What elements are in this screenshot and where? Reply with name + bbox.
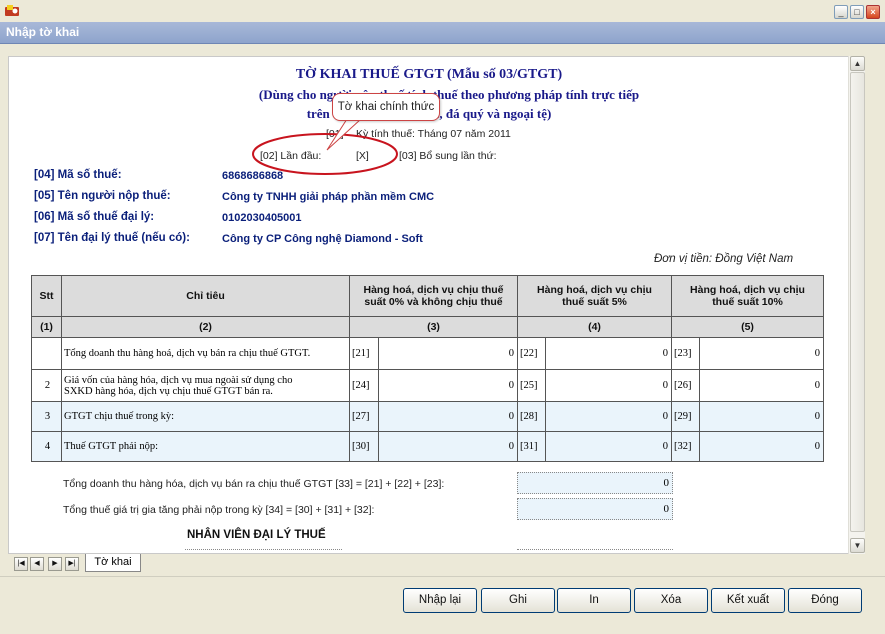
scroll-thumb[interactable] [850,72,865,532]
field-value-taxpayer[interactable]: Công ty TNHH giải pháp phần mềm CMC [222,191,434,203]
print-button[interactable]: In [557,588,631,613]
window-titlebar: _ □ × [0,0,885,22]
row-code: [21] [349,337,379,370]
header-col5-line2: thuế suất 10% [712,296,783,308]
app-icon[interactable] [4,3,20,19]
header-col3-line1: Hàng hoá, dịch vụ chịu thuế [363,284,504,296]
row-desc: Tổng doanh thu hàng hoá, dịch vụ bán ra … [61,337,350,370]
row-stt: 3 [31,401,62,432]
table-row: Tổng doanh thu hàng hoá, dịch vụ bán ra … [31,337,824,370]
header-col4-line2: thuế suất 5% [562,296,627,308]
row-code: [26] [671,369,700,402]
row-value[interactable]: 0 [545,337,672,370]
header-col3-line2: suất 0% và không chịu thuế [364,296,503,308]
col-number-5: (5) [671,316,824,338]
col-number-4: (4) [517,316,672,338]
table-row: 3 GTGT chịu thuế trong kỳ: [27] 0 [28] 0… [31,401,824,432]
row-code: [28] [517,401,546,432]
header-col5: Hàng hoá, dịch vụ chịu thuế suất 10% [671,275,824,317]
row-code: [32] [671,431,700,462]
document-area[interactable]: TỜ KHAI THUẾ GTGT (Mẫu số 03/GTGT) (Dùng… [8,56,865,554]
header-chitieu: Chỉ tiêu [61,275,350,317]
row-desc: GTGT chịu thuế trong kỳ: [61,401,350,432]
header-col3: Hàng hoá, dịch vụ chịu thuế suất 0% và kh… [349,275,518,317]
prev-sheet-icon[interactable]: ◀ [30,557,44,571]
next-sheet-icon[interactable]: ▶ [48,557,62,571]
close-icon[interactable]: × [866,5,880,19]
field-value-agent-code[interactable]: 0102030405001 [222,212,302,224]
agent-cert-field[interactable] [517,549,673,550]
row-code: [24] [349,369,379,402]
row-value[interactable]: 0 [699,401,824,432]
button-panel: Nhập lại Ghi In Xóa Kết xuất Đóng [0,576,885,634]
row-code: [27] [349,401,379,432]
dialog-title: Nhập tờ khai [6,25,80,39]
scroll-up-icon[interactable]: ▲ [850,56,865,71]
header-col4-line1: Hàng hoá, dịch vụ chịu [537,284,652,296]
last-sheet-icon[interactable]: ▶| [65,557,79,571]
callout-tooltip: Tờ khai chính thức [332,93,440,121]
field-label-agent-name: [07] Tên đại lý thuế (nếu có): [34,232,190,244]
row-value[interactable]: 0 [699,337,824,370]
row-code: [25] [517,369,546,402]
table-row: 2 Giá vốn của hàng hóa, dịch vụ mua ngoà… [31,369,824,402]
row-value[interactable]: 0 [378,431,518,462]
row-code: [22] [517,337,546,370]
scroll-down-icon[interactable]: ▼ [850,538,865,553]
maximize-icon[interactable]: □ [850,5,864,19]
row-code: [31] [517,431,546,462]
row-value[interactable]: 0 [545,431,672,462]
agent-name-field[interactable] [185,549,342,550]
header-col4: Hàng hoá, dịch vụ chịu thuế suất 5% [517,275,672,317]
export-button[interactable]: Kết xuất [711,588,785,613]
dialog-header: Nhập tờ khai [0,22,885,44]
header-col5-line1: Hàng hoá, dịch vụ chịu [690,284,805,296]
save-button[interactable]: Ghi [481,588,555,613]
field-label-taxpayer: [05] Tên người nộp thuế: [34,190,171,202]
row-value[interactable]: 0 [378,401,518,432]
row-stt [31,337,62,370]
row-desc-line1: Giá vốn của hàng hóa, dịch vụ mua ngoài … [64,374,293,386]
table-row: 4 Thuế GTGT phải nộp: [30] 0 [31] 0 [32]… [31,431,824,462]
field-value-agent-name[interactable]: Công ty CP Công nghệ Diamond - Soft [222,233,423,245]
row-stt: 2 [31,369,62,402]
field-label-tax-code: [04] Mã số thuế: [34,169,122,181]
vertical-scrollbar[interactable]: ▲ ▼ [848,56,865,554]
row-code: [30] [349,431,379,462]
row-desc-line2: SXKD hàng hóa, dịch vụ chịu thuế GTGT bá… [64,385,273,397]
row-value[interactable]: 0 [699,369,824,402]
row-desc: Giá vốn của hàng hóa, dịch vụ mua ngoài … [61,369,350,402]
row-code: [29] [671,401,700,432]
row-code: [23] [671,337,700,370]
minimize-icon[interactable]: _ [834,5,848,19]
col-number-2: (2) [61,316,350,338]
total-vat-field[interactable]: 0 [517,498,673,520]
col-number-3: (3) [349,316,518,338]
total-revenue-field[interactable]: 0 [517,472,673,494]
row-value[interactable]: 0 [378,369,518,402]
row-value[interactable]: 0 [545,401,672,432]
sheet-tab-tokhai[interactable]: Tờ khai [85,554,141,572]
currency-unit: Đơn vị tiền: Đồng Việt Nam [654,253,794,265]
first-sheet-icon[interactable]: |◀ [14,557,28,571]
row-stt: 4 [31,431,62,462]
total-revenue-label: Tổng doanh thu hàng hóa, dịch vụ bán ra … [63,478,445,490]
reload-button[interactable]: Nhập lại [403,588,477,613]
total-vat-label: Tổng thuế giá trị gia tăng phải nộp tron… [63,504,375,516]
row-value[interactable]: 0 [699,431,824,462]
col-number-1: (1) [31,316,62,338]
delete-button[interactable]: Xóa [634,588,708,613]
header-stt: Stt [31,275,62,317]
field-label-agent-code: [06] Mã số thuế đại lý: [34,211,155,223]
row-desc: Thuế GTGT phải nộp: [61,431,350,462]
row-value[interactable]: 0 [545,369,672,402]
sheet-tab-bar: |◀ ◀ ▶ ▶| Tờ khai [8,554,865,574]
tax-table: Stt Chỉ tiêu Hàng hoá, dịch vụ chịu thuế… [31,275,824,462]
agent-section-title: NHÂN VIÊN ĐẠI LÝ THUẾ [187,529,326,541]
row-value[interactable]: 0 [378,337,518,370]
field-value-tax-code[interactable]: 6868686868 [222,170,283,182]
close-button[interactable]: Đóng [788,588,862,613]
annotation-overlay [252,118,398,175]
